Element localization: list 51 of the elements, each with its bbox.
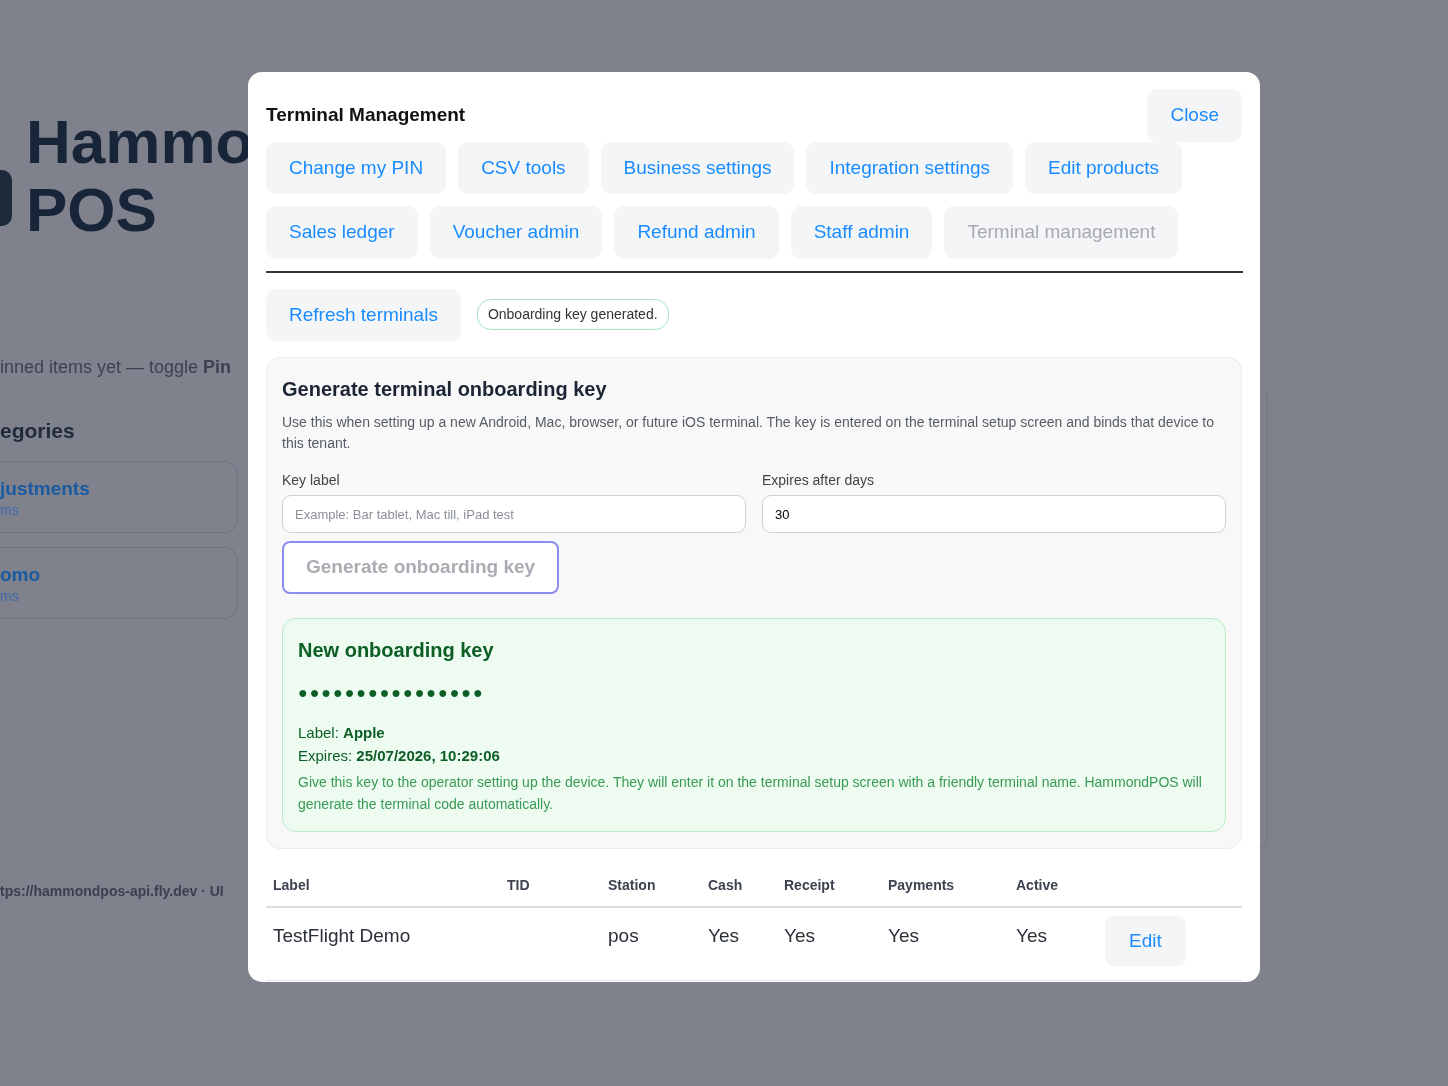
table-cell: TestFlight Demo: [273, 924, 411, 946]
input-field[interactable]: 30: [762, 495, 1226, 533]
brand-title: Hammo: [26, 108, 254, 176]
tab[interactable]: Business settings: [600, 141, 795, 194]
field-label: Key label: [282, 471, 340, 490]
tab[interactable]: Staff admin: [790, 206, 933, 259]
panel-description: Use this when setting up a new Android, Mac, browser, or future iOS terminal. The key is entered on the terminal setup screen and binds that device to this tenant.: [282, 413, 1216, 453]
panel-title: Generate terminal onboarding key: [282, 377, 608, 402]
footer-text: tps://hammondpos-api.fly.dev · UI: [0, 881, 224, 901]
input-field[interactable]: Example: Bar tablet, Mac till, iPad test: [282, 495, 746, 533]
masked-key: ●●●●●●●●●●●●●●●●: [298, 680, 485, 705]
brand-title: POS: [26, 176, 157, 244]
key-note: Give this key to the operator setting up the device. They will enter it on the terminal setup screen with a friendly terminal name. HammondPOS will generate the terminal code automatically.: [298, 772, 1203, 814]
key-expiry-line: Expires: 25/07/2026, 10:29:06: [298, 745, 500, 766]
column-header: Receipt: [784, 876, 835, 893]
category-card[interactable]: omo ms: [0, 546, 238, 619]
edit-button[interactable]: Edit: [1105, 915, 1186, 966]
tab[interactable]: Edit products: [1025, 141, 1182, 194]
column-header: Active: [1016, 876, 1059, 893]
status-badge: Onboarding key generated.: [476, 299, 669, 331]
category-name: omo: [0, 563, 41, 586]
logo-icon: [0, 170, 12, 226]
tab[interactable]: CSV tools: [458, 141, 589, 194]
field-label: Expires after days: [762, 471, 875, 490]
category-count: ms: [0, 586, 19, 606]
table-cell: Yes: [708, 924, 739, 946]
key-title: New onboarding key: [298, 637, 494, 663]
category-count: ms: [0, 500, 19, 520]
tab[interactable]: Change my PIN: [266, 141, 447, 194]
column-header: Station: [608, 876, 656, 893]
key-label-line: Label: Apple: [298, 722, 385, 743]
category-card[interactable]: justments ms: [0, 460, 238, 533]
pinned-hint: inned items yet — toggle Pin: [0, 356, 232, 379]
tab[interactable]: Terminal management: [944, 206, 1179, 259]
tab[interactable]: Voucher admin: [429, 206, 603, 259]
section-heading: egories: [0, 418, 75, 444]
column-header: TID: [507, 876, 530, 893]
tab[interactable]: Sales ledger: [266, 206, 418, 259]
table-cell: Yes: [1016, 924, 1047, 946]
category-name: justments: [0, 477, 90, 500]
table-cell: Yes: [784, 924, 815, 946]
tab[interactable]: Integration settings: [806, 141, 1013, 194]
table-cell: pos: [608, 924, 639, 946]
refresh-button[interactable]: Refresh terminals: [266, 288, 461, 341]
close-button[interactable]: Close: [1147, 89, 1242, 142]
table-cell: Yes: [888, 924, 919, 946]
column-header: Label: [273, 876, 310, 893]
modal-title: Terminal Management: [266, 103, 466, 127]
tab[interactable]: Refund admin: [614, 206, 779, 259]
column-header: Payments: [888, 876, 955, 893]
column-header: Cash: [708, 876, 743, 893]
